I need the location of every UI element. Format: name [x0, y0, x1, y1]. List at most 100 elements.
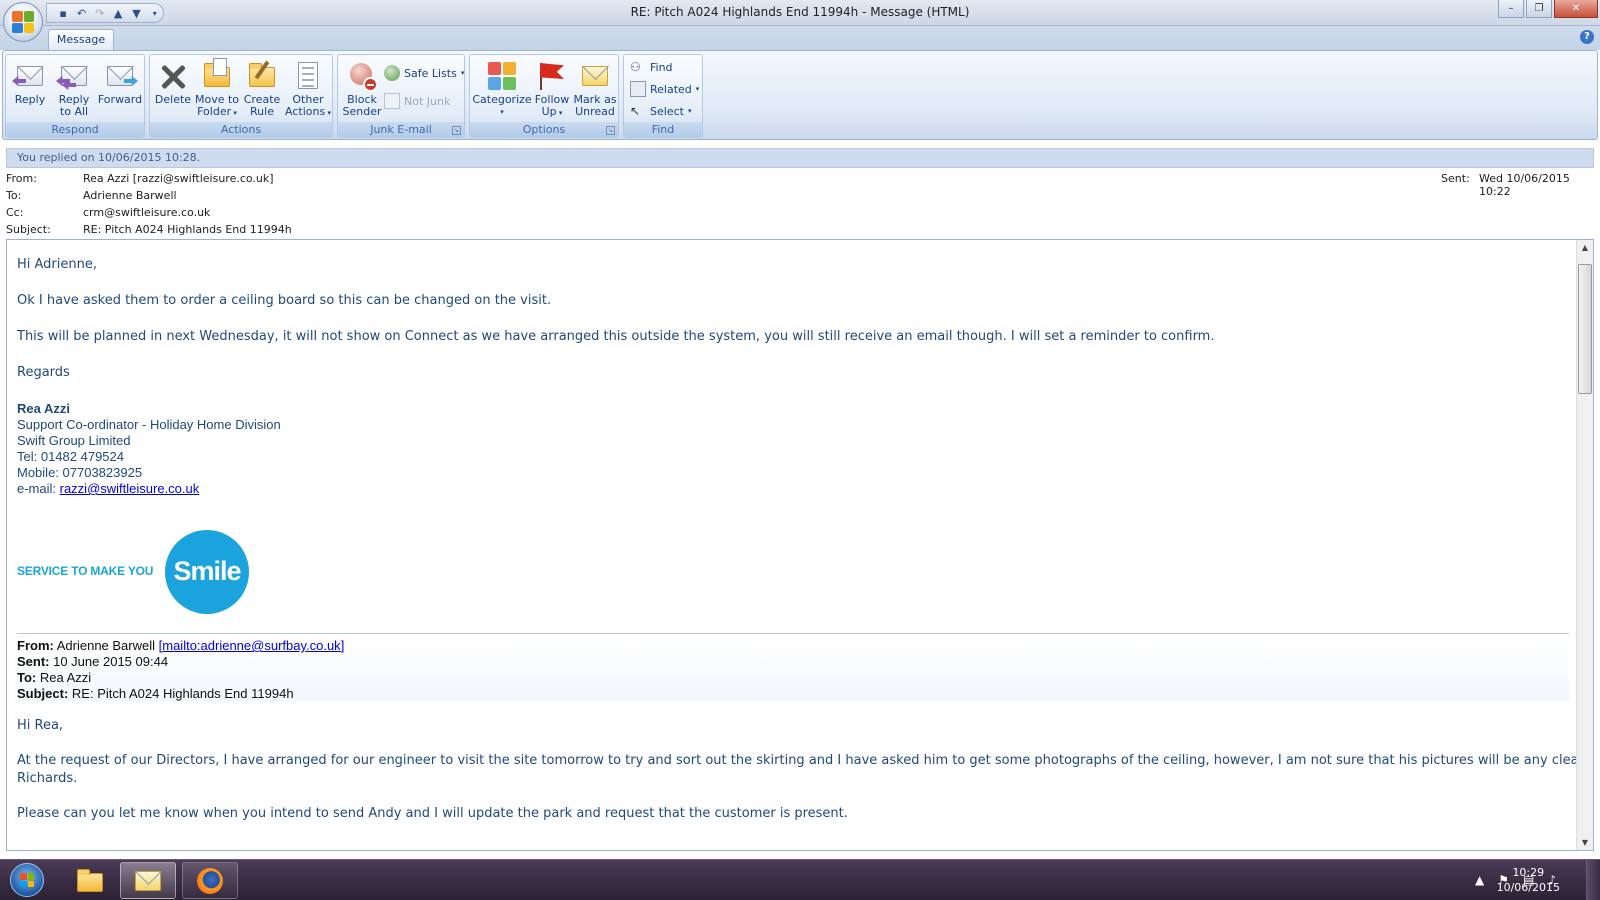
ribbon-tab-row: Message ? [0, 26, 1600, 50]
find-button[interactable]: ⚇ Find [630, 57, 673, 77]
dialog-launcher-icon[interactable]: ↘ [606, 126, 615, 135]
signature-email: e-mail: razzi@swiftleisure.co.uk [17, 481, 200, 496]
related-icon [630, 81, 646, 97]
safe-lists-button[interactable]: Safe Lists ▾ [384, 63, 464, 83]
forward-button[interactable]: Forward [96, 58, 144, 122]
close-button[interactable]: ✕ [1554, 0, 1598, 18]
dropdown-arrow-icon: ▾ [231, 109, 237, 117]
body-paragraph: This will be planned in next Wednesday, … [17, 329, 1215, 344]
dropdown-arrow-icon: ▾ [695, 85, 700, 93]
body-paragraph: Richards. [17, 771, 78, 786]
smile-banner: SERVICE TO MAKE YOU Smile [17, 530, 257, 620]
scroll-down-icon[interactable]: ▼ [1577, 835, 1593, 850]
windows-explorer-icon [75, 868, 105, 894]
windows-explorer-button[interactable] [62, 862, 118, 899]
dropdown-arrow-icon: ▾ [500, 108, 504, 116]
junk-email-group-label: Junk E-mail [338, 122, 464, 137]
categorize-icon [486, 60, 518, 92]
dialog-launcher-icon[interactable]: ↘ [452, 126, 461, 135]
office-button[interactable] [3, 2, 43, 42]
sent-label: Sent: [1441, 172, 1470, 185]
to-label: To: [6, 189, 22, 202]
delete-icon [157, 60, 189, 92]
from-label: From: [6, 172, 37, 185]
other-actions-button[interactable]: Other Actions ▾ [284, 58, 332, 122]
undo-icon[interactable]: ↶ [73, 5, 89, 21]
customize-icon[interactable]: ▾ [147, 5, 163, 21]
delete-button[interactable]: Delete [152, 58, 194, 122]
next-item-icon[interactable]: ▼ [128, 5, 144, 21]
title-bar: ▪ ↶ ↷ ▲ ▼ ▾ RE: Pitch A024 Highlands End… [0, 0, 1600, 26]
greeting: Hi Rea, [17, 718, 64, 733]
body-paragraph: Ok I have asked them to order a ceiling … [17, 293, 552, 308]
create-rule-button[interactable]: Create Rule [240, 58, 284, 122]
email-link[interactable]: razzi@swiftleisure.co.uk [60, 481, 200, 496]
clock[interactable]: 10:29 10/06/2015 [1497, 865, 1560, 895]
mailto-link[interactable]: [mailto:adrienne@surfbay.co.uk] [159, 638, 345, 653]
outlook-button[interactable] [120, 862, 176, 899]
show-hidden-icons-icon[interactable]: ▲ [1475, 873, 1484, 887]
smile-banner-text: SERVICE TO MAKE YOU [17, 564, 154, 578]
find-group-label: Find [624, 122, 702, 137]
scroll-thumb[interactable] [1578, 264, 1592, 394]
follow-up-button[interactable]: Follow Up ▾ [532, 58, 572, 122]
to-value[interactable]: Adrienne Barwell [83, 189, 177, 202]
dropdown-arrow-icon: ▾ [460, 69, 465, 77]
scroll-up-icon[interactable]: ▲ [1577, 240, 1593, 255]
fwd-sent: Sent: 10 June 2015 09:44 [17, 654, 169, 669]
windows-logo-icon [10, 863, 44, 897]
fwd-subject: Subject: RE: Pitch A024 Highlands End 11… [17, 686, 294, 701]
from-value[interactable]: Rea Azzi [razzi@swiftleisure.co.uk] [83, 172, 274, 185]
restore-button[interactable]: ❐ [1526, 0, 1552, 18]
firefox-button[interactable] [182, 862, 238, 899]
help-icon[interactable]: ? [1580, 30, 1594, 44]
minimize-button[interactable]: – [1498, 0, 1524, 18]
message-body: Hi Adrienne, Ok I have asked them to ord… [6, 239, 1594, 851]
actions-group: Delete Move to Folder ▾ Create Rule Othe… [149, 54, 333, 138]
block-sender-button[interactable]: Block Sender [340, 58, 384, 122]
ribbon: Reply Reply to All Forward Respond Delet… [2, 50, 1598, 140]
mark-as-unread-icon [579, 60, 611, 92]
show-desktop-button[interactable] [1586, 860, 1600, 900]
subject-value: RE: Pitch A024 Highlands End 11994h [83, 223, 292, 236]
reply-button[interactable]: Reply [10, 58, 50, 122]
other-actions-icon [292, 60, 324, 92]
cc-label: Cc: [6, 206, 24, 219]
redo-icon[interactable]: ↷ [92, 5, 108, 21]
window-controls: – ❐ ✕ [1498, 0, 1598, 18]
save-icon[interactable]: ▪ [55, 5, 71, 21]
signature-company: Swift Group Limited [17, 433, 131, 448]
move-to-folder-button[interactable]: Move to Folder ▾ [194, 58, 240, 122]
previous-item-icon[interactable]: ▲ [110, 5, 126, 21]
start-orb[interactable] [4, 861, 50, 899]
reply-all-button[interactable]: Reply to All [52, 58, 96, 122]
select-button[interactable]: ↖ Select ▾ [630, 101, 691, 121]
forward-icon [104, 60, 138, 92]
junk-email-group: Block Sender Safe Lists ▾ Not Junk Junk E… [337, 54, 465, 138]
move-to-folder-icon [201, 58, 233, 92]
cursor-icon: ↖ [630, 104, 641, 118]
not-junk-button[interactable]: Not Junk [384, 91, 450, 111]
smile-logo: Smile [165, 530, 249, 614]
dropdown-arrow-icon: ▾ [687, 107, 692, 115]
respond-group-label: Respond [6, 122, 144, 137]
related-button[interactable]: Related ▾ [630, 79, 699, 99]
categorize-button[interactable]: Categorize ▾ [472, 58, 532, 122]
reply-icon [12, 60, 46, 92]
tab-message[interactable]: Message [48, 29, 114, 50]
follow-up-flag-icon [536, 60, 568, 92]
outlook-icon [133, 868, 163, 894]
vertical-scrollbar[interactable]: ▲ ▼ [1576, 240, 1593, 850]
block-sender-icon [346, 60, 378, 92]
dropdown-arrow-icon: ▾ [325, 109, 331, 117]
mark-as-unread-button[interactable]: Mark as Unread [572, 58, 618, 122]
regards: Regards [17, 365, 70, 380]
respond-group: Reply Reply to All Forward Respond [5, 54, 145, 138]
cc-value[interactable]: crm@swiftleisure.co.uk [83, 206, 210, 219]
info-bar: You replied on 10/06/2015 10:28. [6, 148, 1594, 168]
signature-mobile: Mobile: 07703823925 [17, 465, 143, 480]
not-junk-icon [384, 93, 400, 109]
signature-title: Support Co-ordinator - Holiday Home Divi… [17, 417, 281, 432]
dropdown-arrow-icon: ▾ [556, 109, 563, 117]
options-group-label: Options [470, 122, 618, 137]
